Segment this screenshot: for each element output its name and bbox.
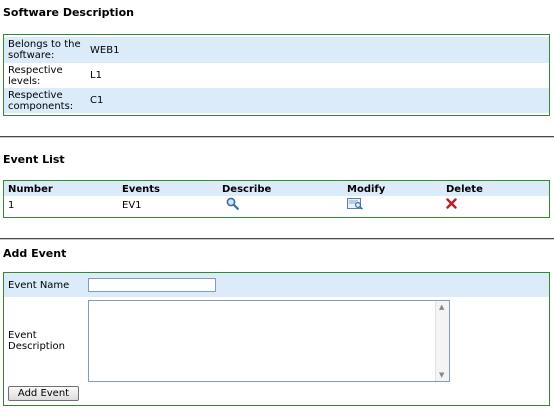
- components-label: Respective components:: [8, 89, 74, 112]
- scroll-up-icon[interactable]: ▲: [439, 303, 444, 311]
- software-value: WEB1: [90, 44, 120, 56]
- event-list-title: Event List: [3, 153, 65, 166]
- describe-cell: [218, 196, 343, 214]
- event-description-label: Event Description: [8, 330, 65, 352]
- levels-label: Respective levels:: [8, 64, 63, 87]
- levels-value: L1: [90, 70, 102, 81]
- event-name-label: Event Name: [8, 279, 70, 291]
- event-name-row: Event Name: [4, 273, 549, 297]
- add-event-button[interactable]: Add Event: [8, 385, 79, 401]
- modify-cell: [343, 196, 442, 214]
- event-description-field[interactable]: ▲ ▼: [88, 300, 450, 382]
- section-divider: [0, 238, 554, 240]
- add-event-title: Add Event: [3, 247, 67, 260]
- event-description-input[interactable]: [89, 301, 435, 381]
- software-row: Belongs to the software: WEB1: [4, 37, 549, 63]
- event-name-cell: EV1: [122, 199, 142, 211]
- event-description-row: Event Description ▲ ▼: [4, 299, 549, 383]
- levels-row: Respective levels: L1: [4, 63, 549, 88]
- submit-row: Add Event: [4, 383, 549, 403]
- column-header-describe: Describe: [218, 181, 343, 196]
- event-name-input[interactable]: [88, 278, 216, 292]
- table-row: 1 EV1: [4, 196, 549, 214]
- event-number-cell: 1: [8, 199, 15, 211]
- column-header-number: Number: [4, 181, 118, 196]
- red-x-icon[interactable]: [446, 198, 457, 212]
- software-label: Belongs to the software:: [8, 39, 81, 61]
- components-value: C1: [90, 95, 104, 106]
- event-table: Number Events Describe Modify Delete 1 E…: [4, 181, 549, 214]
- components-row: Respective components: C1: [4, 88, 549, 113]
- delete-cell: [442, 196, 549, 214]
- column-header-modify: Modify: [343, 181, 442, 196]
- software-description-box: Belongs to the software: WEB1 Respective…: [3, 34, 550, 116]
- scroll-down-icon[interactable]: ▼: [439, 371, 444, 379]
- magnifier-icon[interactable]: [226, 197, 239, 213]
- column-header-events: Events: [118, 181, 218, 196]
- event-list-box: Number Events Describe Modify Delete 1 E…: [3, 180, 550, 218]
- add-event-box: Event Name Event Description ▲ ▼ Add Eve…: [3, 272, 550, 406]
- description-scrollbar[interactable]: ▲ ▼: [435, 301, 449, 381]
- edit-icon[interactable]: [347, 197, 364, 213]
- section-divider: [0, 136, 554, 138]
- software-description-title: Software Description: [3, 6, 134, 19]
- column-header-delete: Delete: [442, 181, 549, 196]
- event-table-header: Number Events Describe Modify Delete: [4, 181, 549, 196]
